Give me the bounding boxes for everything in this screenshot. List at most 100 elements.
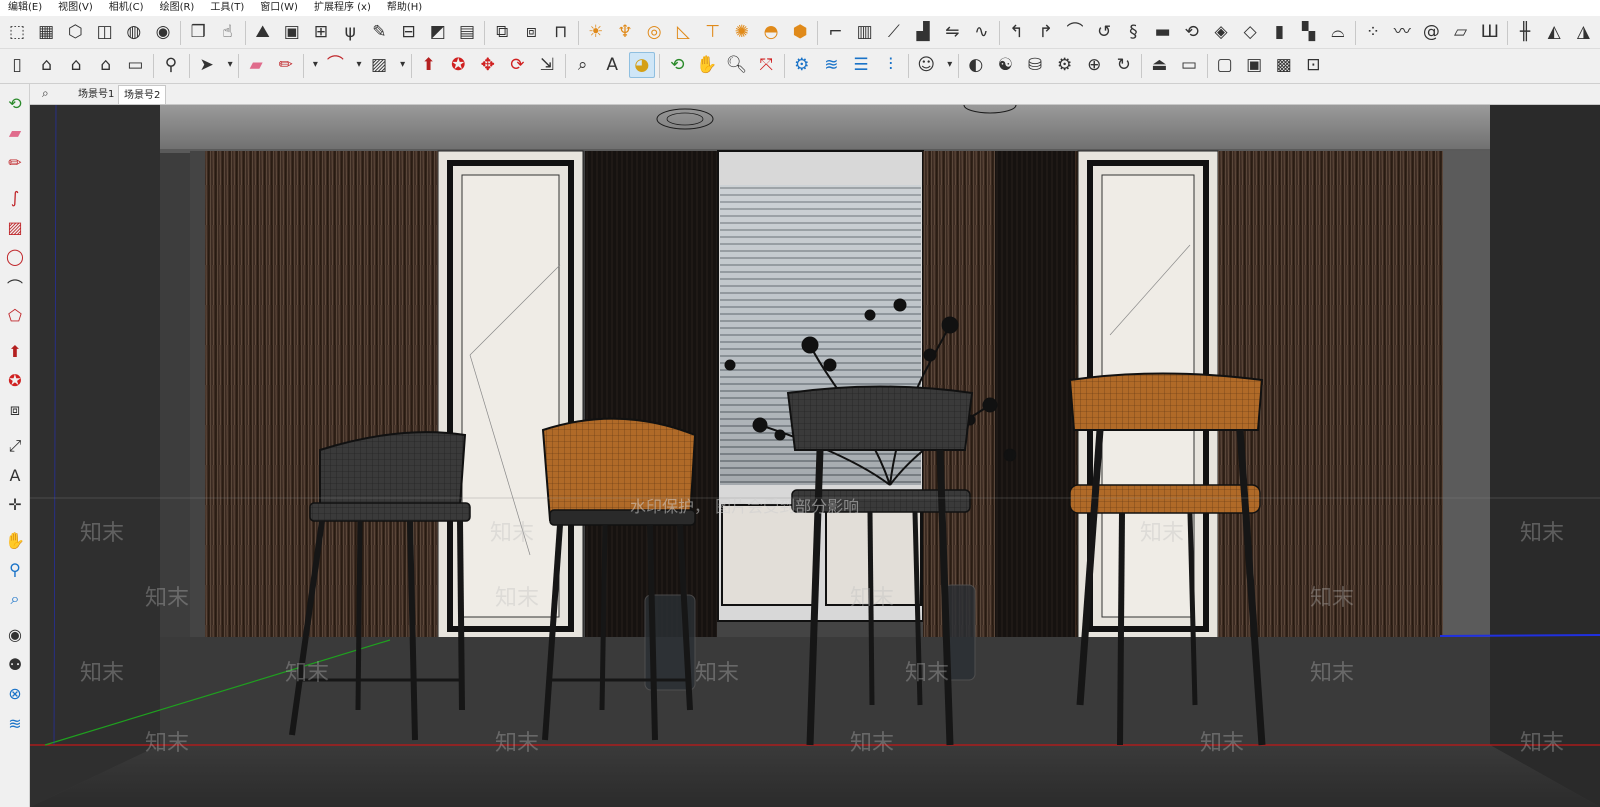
curve-b-icon[interactable]: ↱ [1033,19,1059,45]
path-icon[interactable]: ⟲ [1179,19,1205,45]
layers-icon[interactable]: ≋ [818,52,844,78]
house-roof-icon[interactable]: ⌂ [63,52,89,78]
edit-plane-icon[interactable]: ◩ [425,19,451,45]
line-curve-icon[interactable]: 〰 [1389,19,1415,45]
photo-icon[interactable]: ▩ [1271,52,1297,78]
user-circle-icon[interactable]: ☺ [913,52,939,78]
text-icon[interactable]: A [2,462,28,488]
book-icon[interactable]: ▯ [4,52,30,78]
dropdown-icon[interactable]: ▾ [223,52,237,78]
dropdown-icon[interactable]: ▾ [352,52,366,78]
push-pull-icon[interactable]: ⬆ [416,52,442,78]
rectangle-icon[interactable]: ▨ [2,214,28,240]
home-icon[interactable]: ⌂ [34,52,60,78]
blocks-icon[interactable]: ▚ [1296,19,1322,45]
cube-outline-icon[interactable]: ◫ [92,19,118,45]
globe-icon[interactable]: ⊕ [1081,52,1107,78]
dropdown-icon[interactable]: ▾ [943,52,957,78]
bridge-icon[interactable]: ⌓ [1325,19,1351,45]
offset-icon[interactable]: ⧈ [2,397,28,423]
pencil-icon[interactable]: ✏ [2,149,28,175]
loop-icon[interactable]: ↺ [1091,19,1117,45]
spiral-icon[interactable]: @ [1418,19,1444,45]
curve-a-icon[interactable]: ↰ [1004,19,1030,45]
orbit-icon[interactable]: ⟲ [664,52,690,78]
grid-box-icon[interactable]: ⊟ [396,19,422,45]
dome-icon[interactable]: ◓ [758,19,784,45]
block-icon[interactable]: ▮ [1266,19,1292,45]
search-icon[interactable]: ⌕ [42,86,49,101]
gear-cube-icon[interactable]: ⚙ [789,52,815,78]
menu-extensions[interactable]: 扩展程序 (x) [305,0,378,16]
terrain-icon[interactable]: ⛰ [250,19,276,45]
select-box-icon[interactable]: ⬚ [4,19,30,45]
pipe-icon[interactable]: ⊤ [700,19,726,45]
diamond-b-icon[interactable]: ◇ [1237,19,1263,45]
dropdown-icon[interactable]: ▾ [308,52,322,78]
arc-icon[interactable]: ⌒ [1062,19,1088,45]
comb-icon[interactable]: Ш [1477,19,1503,45]
xray-sphere-icon[interactable]: ◍ [121,19,147,45]
zoom-extents-icon[interactable]: ⤧ [753,52,779,78]
arc-icon[interactable]: ⌒ [2,273,28,299]
sandbox-icon[interactable]: ◐ [963,52,989,78]
cube-gold-icon[interactable]: ⬢ [787,19,813,45]
follow-me-icon[interactable]: ✪ [445,52,471,78]
orbit-icon[interactable]: ⟲ [2,90,28,116]
snake-icon[interactable]: § [1120,19,1146,45]
ramp-icon[interactable]: ⟋ [881,19,907,45]
arc-tool-icon[interactable]: ⌒ [322,52,348,78]
palette-icon[interactable]: ☯ [992,52,1018,78]
shape-split-icon[interactable]: ⧈ [518,19,544,45]
menu-window[interactable]: 窗口(W) [251,0,305,16]
grass-icon[interactable]: ψ [337,19,363,45]
model-viewport[interactable]: 水印保护， 图片会受到部分影响 知末 知末 知末 知末 知末 知末 知末 知末 … [30,105,1600,807]
freehand-icon[interactable]: ∫ [2,185,28,211]
zoom-icon[interactable]: ⚲ [2,557,28,583]
shaded-sphere-icon[interactable]: ◉ [150,19,176,45]
text-tool-icon[interactable]: A [599,52,625,78]
component-icon[interactable]: ❒ [185,19,211,45]
ring-icon[interactable]: ◎ [641,19,667,45]
flip-icon[interactable]: ⇋ [939,19,965,45]
select-arrow-icon[interactable]: ➤ [194,52,220,78]
push-pull-icon[interactable]: ⬆ [2,338,28,364]
move-icon[interactable]: ✥ [475,52,501,78]
pen-icon[interactable]: ✎ [366,19,392,45]
mirror-icon[interactable]: ◭ [1541,19,1567,45]
menu-help[interactable]: 帮助(H) [378,0,429,16]
screen-icon[interactable]: ▭ [1176,52,1202,78]
scene-tab-1[interactable]: 场景号1 [73,85,119,104]
stack-icon[interactable]: ☰ [848,52,874,78]
pan-hand-icon[interactable]: ✋ [694,52,720,78]
dropdown-icon[interactable]: ▾ [396,52,410,78]
zoom-icon[interactable]: ⚲ [158,52,184,78]
follow-me-icon[interactable]: ✪ [2,368,28,394]
window-b-icon[interactable]: ▣ [1241,52,1267,78]
window-icon[interactable]: ▢ [1212,52,1238,78]
dots-icon[interactable]: ⁘ [1360,19,1386,45]
circle-icon[interactable]: ◯ [2,244,28,270]
walk-icon[interactable]: ⚉ [2,651,28,677]
menu-view[interactable]: 视图(V) [49,0,100,16]
scale-icon[interactable]: ⇲ [534,52,560,78]
eye-icon[interactable]: ◉ [2,622,28,648]
stairs-icon[interactable]: ⌐ [822,19,848,45]
cube-add-icon[interactable]: ⊞ [308,19,334,45]
menu-tools[interactable]: 工具(T) [201,0,251,16]
column-icon[interactable]: ▥ [852,19,878,45]
menu-draw[interactable]: 绘图(R) [151,0,202,16]
lock-icon[interactable]: ⊡ [1300,52,1326,78]
scene-tab-2[interactable]: 场景号2 [118,85,167,104]
house-outline-icon[interactable]: ⌂ [93,52,119,78]
polygon-icon[interactable]: ⬠ [2,303,28,329]
fence-icon[interactable]: ╫ [1512,19,1538,45]
split-icon[interactable]: ◮ [1570,19,1596,45]
front-view-icon[interactable]: ▦ [33,19,59,45]
diamond-icon[interactable]: ◈ [1208,19,1234,45]
iso-cube-icon[interactable]: ⬡ [62,19,88,45]
eraser-icon[interactable]: ▰ [2,120,28,146]
pan-icon[interactable]: ✋ [2,527,28,553]
triangle-ruler-icon[interactable]: ◺ [670,19,696,45]
bar-chart-icon[interactable]: ▟ [910,19,936,45]
